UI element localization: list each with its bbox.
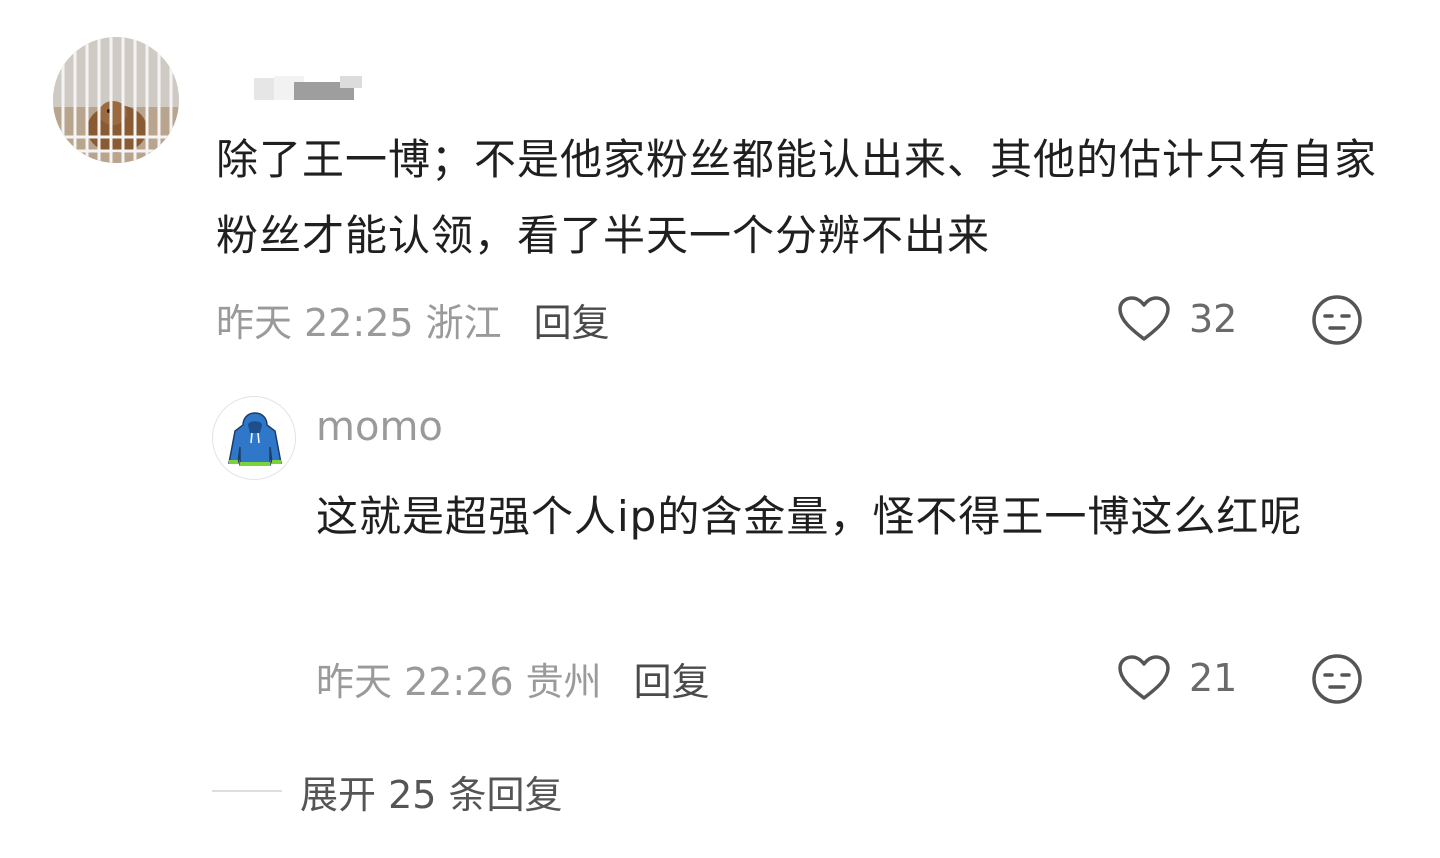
commenter-username-redacted[interactable] — [254, 74, 362, 100]
expand-replies-label: 展开 25 条回复 — [300, 772, 563, 817]
reply-text: 这就是超强个人ip的含金量，怪不得王一博这么红呢 — [316, 492, 1303, 541]
neutral-face-icon — [1312, 295, 1362, 345]
comment-time-location: 昨天 22:25 浙江 — [216, 300, 502, 345]
expand-replies-button[interactable]: 展开 25 条回复 — [212, 764, 563, 818]
comment-text: 除了王一博；不是他家粉丝都能认出来、其他的估计只有自家粉丝才能认领，看了半天一个… — [216, 135, 1378, 260]
hamster-cage-avatar-image — [53, 37, 179, 163]
reply-like-button[interactable]: 21 — [1117, 653, 1237, 703]
reply-reply-button[interactable]: 回复 — [634, 651, 710, 706]
reply-avatar[interactable] — [212, 396, 296, 480]
reply-time-location: 昨天 22:26 贵州 — [316, 659, 602, 704]
heart-outline-icon — [1118, 655, 1170, 700]
blue-hoodie-avatar-image — [228, 412, 282, 466]
comment-like-count: 32 — [1189, 297, 1238, 341]
comment-dislike-button[interactable] — [1311, 294, 1363, 346]
heart-outline-icon — [1118, 296, 1170, 341]
comment-like-button[interactable]: 32 — [1117, 294, 1237, 344]
expand-divider — [212, 790, 282, 792]
comment-meta: 昨天 22:25 浙江 回复 — [216, 292, 610, 347]
reply-dislike-button[interactable] — [1311, 653, 1363, 705]
comment-reply-button[interactable]: 回复 — [534, 292, 610, 347]
reply-username[interactable]: momo — [316, 404, 443, 450]
reply-like-count: 21 — [1189, 656, 1238, 700]
neutral-face-icon — [1312, 654, 1362, 704]
reply-meta: 昨天 22:26 贵州 回复 — [316, 651, 710, 706]
commenter-avatar[interactable] — [53, 37, 179, 163]
